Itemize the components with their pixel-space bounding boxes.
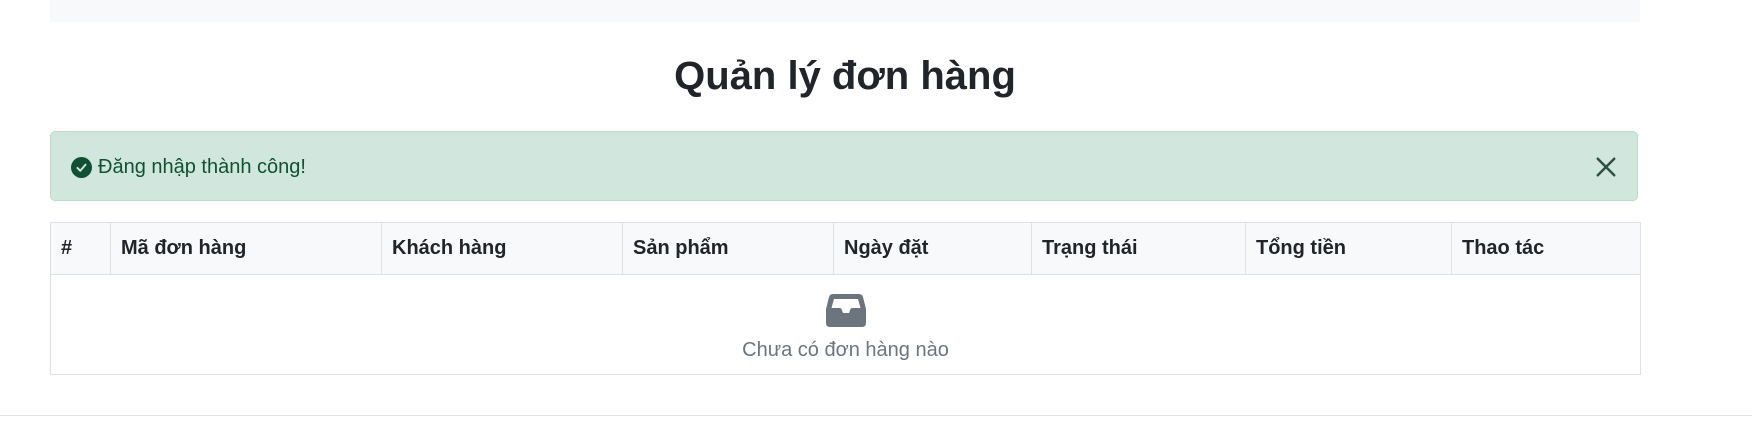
check-circle-icon	[71, 157, 92, 178]
column-header-actions: Thao tác	[1451, 222, 1641, 275]
empty-state-cell: Chưa có đơn hàng nào	[50, 274, 1641, 375]
top-navbar-remnant	[50, 0, 1640, 22]
column-header-customer: Khách hàng	[381, 222, 623, 275]
column-header-order-date: Ngày đặt	[833, 222, 1032, 275]
page-title: Quản lý đơn hàng	[674, 54, 1016, 98]
empty-state: Chưa có đơn hàng nào	[51, 288, 1640, 362]
empty-state-row: Chưa có đơn hàng nào	[50, 274, 1641, 375]
footer-divider	[0, 415, 1752, 416]
success-alert: Đăng nhập thành công!	[50, 131, 1638, 201]
orders-table: # Mã đơn hàng Khách hàng Sản phẩm Ngày đ…	[50, 222, 1641, 375]
inbox-icon	[825, 293, 866, 327]
close-icon	[1596, 157, 1616, 177]
close-alert-button[interactable]	[1591, 152, 1621, 182]
column-header-product: Sản phẩm	[622, 222, 834, 275]
column-header-order-id: Mã đơn hàng	[110, 222, 382, 275]
column-header-status: Trạng thái	[1031, 222, 1246, 275]
empty-state-message: Chưa có đơn hàng nào	[742, 338, 949, 361]
table-header-row: # Mã đơn hàng Khách hàng Sản phẩm Ngày đ…	[50, 222, 1641, 275]
column-header-total: Tổng tiền	[1245, 222, 1452, 275]
column-header-index: #	[50, 222, 111, 275]
alert-message: Đăng nhập thành công!	[98, 156, 306, 178]
